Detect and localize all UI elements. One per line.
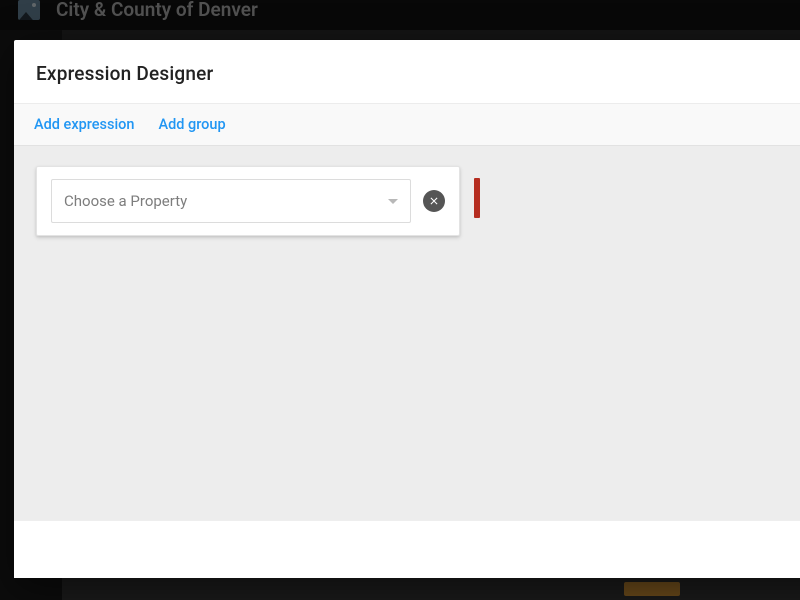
remove-expression-button[interactable]: [423, 190, 445, 212]
dialog-toolbar: Add expression Add group: [14, 103, 800, 146]
expression-card: Choose a Property: [36, 166, 460, 236]
dialog-title: Expression Designer: [14, 40, 800, 103]
add-group-button[interactable]: Add group: [158, 116, 225, 133]
drop-indicator: [474, 178, 480, 218]
dialog-body: Choose a Property: [14, 146, 800, 520]
close-icon: [428, 195, 440, 207]
chevron-down-icon: [388, 199, 398, 204]
add-expression-button[interactable]: Add expression: [34, 116, 134, 133]
property-select[interactable]: Choose a Property: [51, 179, 411, 223]
expression-designer-dialog: Expression Designer Add expression Add g…: [14, 40, 800, 578]
property-select-placeholder: Choose a Property: [64, 192, 187, 210]
dialog-footer: [14, 520, 800, 578]
